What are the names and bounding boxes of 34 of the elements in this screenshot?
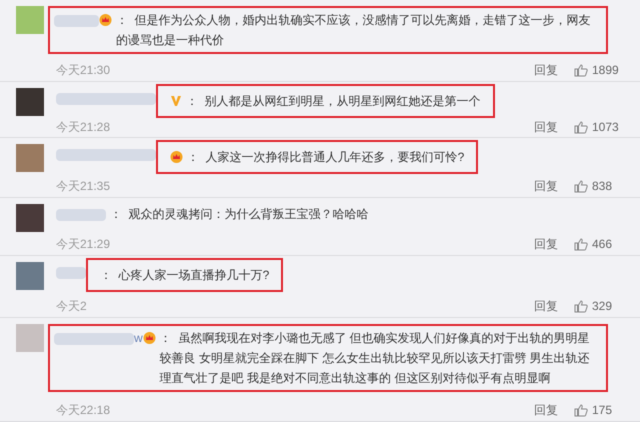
like-count: 329	[592, 298, 614, 315]
thumbs-up-icon[interactable]	[574, 404, 588, 417]
comment-time: 今天21:28	[56, 119, 110, 136]
reply-link[interactable]: 回复	[534, 401, 558, 419]
reply-link[interactable]: 回复	[534, 177, 558, 195]
reply-link[interactable]: 回复	[534, 297, 558, 315]
thumbs-up-icon[interactable]	[574, 238, 588, 251]
like-count: 838	[592, 178, 614, 195]
reply-link[interactable]: 回复	[534, 61, 558, 79]
blurred-username	[56, 267, 86, 279]
like-count: 175	[592, 402, 614, 419]
reply-link[interactable]: 回复	[534, 235, 558, 253]
comment-time: 今天21:35	[56, 178, 110, 195]
like-count: 1899	[592, 62, 620, 79]
thumbs-up-icon[interactable]	[574, 121, 588, 134]
blurred-username	[56, 209, 106, 221]
like-count: 1073	[592, 119, 620, 136]
comment-text: ： 别人都是从网红到明星，从明星到网红她还是第一个	[186, 93, 481, 110]
comment-text: ： 虽然啊我现在对李小璐也无感了 但也确实发现人们好像真的对于出轨的男明星较善良 女明星就完全踩在脚下 怎么女生出轨比较罕见所以该天打雷劈 男生出轨还理直气壮了是吧 我是绝对不同意出轨这事的 但这区别对待似乎有点明显啊	[160, 330, 591, 387]
comment-text: ： 观众的灵魂拷问：为什么背叛王宝强？哈哈哈	[110, 206, 369, 223]
username-fragment[interactable]: w	[134, 328, 143, 348]
comment-time: 今天21:30	[56, 62, 110, 79]
comment-time: 今天21:29	[56, 236, 110, 253]
blurred-username	[54, 15, 99, 27]
comment-text: ： 但是作为公众人物，婚内出轨确实不应该，没感情了可以先离婚，走错了这一步，网友的谩骂也是一种代价	[116, 12, 592, 49]
like-count: 466	[592, 236, 614, 253]
comment-time: 今天2	[56, 298, 87, 315]
comment-text: ： 心疼人家一场直播挣几十万?	[100, 267, 270, 284]
thumbs-up-icon[interactable]	[574, 300, 588, 313]
comment-time: 今天22:18	[56, 402, 110, 419]
thumbs-up-icon[interactable]	[574, 64, 588, 77]
reply-link[interactable]: 回复	[534, 118, 558, 136]
comment-text: ： 人家这一次挣得比普通人几年还多，要我们可怜?	[187, 149, 464, 166]
thumbs-up-icon[interactable]	[574, 180, 588, 193]
